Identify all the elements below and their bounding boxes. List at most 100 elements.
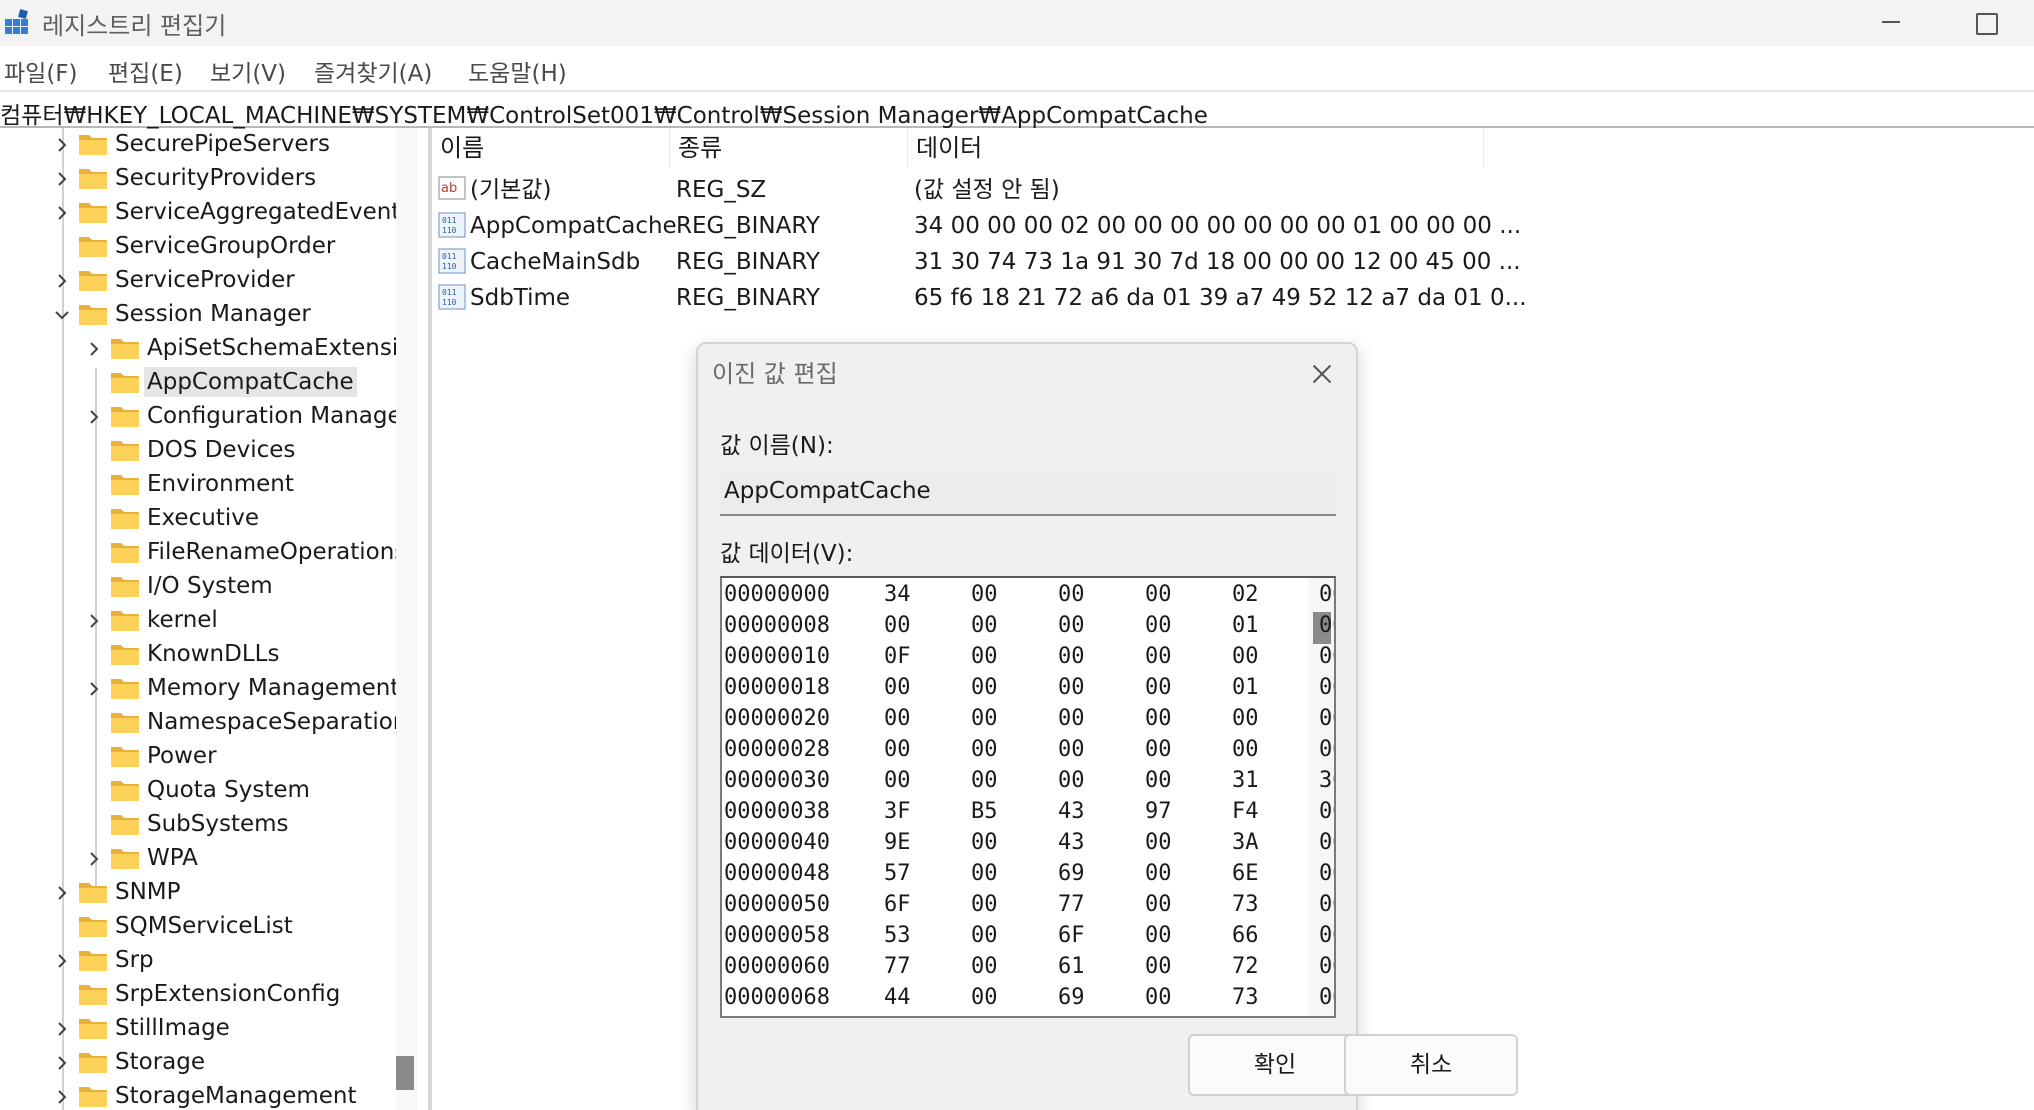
hex-byte[interactable]: 00 xyxy=(1145,706,1172,731)
hex-byte[interactable]: 00 xyxy=(971,768,998,793)
hex-editor[interactable]: 0000000034000000020000004 . . . . . . .0… xyxy=(720,576,1336,1018)
hex-row[interactable]: 000000180000000001000000. . . . . . . . xyxy=(722,671,1334,702)
hex-byte[interactable]: 00 xyxy=(1319,582,1334,607)
hex-byte[interactable]: 00 xyxy=(1058,675,1085,700)
tree-item[interactable]: kernel xyxy=(0,604,390,638)
hex-byte[interactable]: 00 xyxy=(1319,985,1334,1010)
chevron-right-icon[interactable] xyxy=(86,613,102,629)
chevron-right-icon[interactable] xyxy=(54,1089,70,1105)
chevron-down-icon[interactable] xyxy=(54,307,70,323)
hex-byte[interactable]: 00 xyxy=(1145,892,1172,917)
chevron-right-icon[interactable] xyxy=(54,953,70,969)
hex-byte[interactable]: 00 xyxy=(971,613,998,638)
hex-byte[interactable]: B5 xyxy=(971,799,998,824)
tree-item[interactable]: Storage xyxy=(0,1046,390,1080)
column-header-data[interactable]: 데이터 xyxy=(908,128,1484,168)
hex-byte[interactable]: 00 xyxy=(1319,954,1334,979)
hex-row[interactable]: 000000383FB54397F4000000? µ C . ô . . . xyxy=(722,795,1334,826)
hex-byte[interactable]: 01 xyxy=(1232,675,1259,700)
hex-byte[interactable]: 00 xyxy=(971,644,998,669)
hex-byte[interactable]: 00 xyxy=(1145,861,1172,886)
hex-byte[interactable]: 00 xyxy=(1319,830,1334,855)
tree-item[interactable]: AppCompatCache xyxy=(0,366,390,400)
tree-item[interactable]: NamespaceSeparation xyxy=(0,706,407,740)
minimize-button[interactable] xyxy=(1850,0,1930,46)
tree-item[interactable]: WPA xyxy=(0,842,390,876)
hex-byte[interactable]: 00 xyxy=(1145,644,1172,669)
hex-row[interactable]: 000000280000000000000000. . . . . . . . xyxy=(722,733,1334,764)
hex-byte[interactable]: 00 xyxy=(1145,768,1172,793)
cancel-button[interactable]: 취소 xyxy=(1344,1034,1518,1096)
menu-view[interactable]: 보기(V) xyxy=(210,54,286,88)
hex-byte[interactable]: 00 xyxy=(971,706,998,731)
hex-byte[interactable]: 31 xyxy=(1232,768,1259,793)
tree-item[interactable]: ServiceGroupOrder xyxy=(0,230,390,264)
hex-byte[interactable]: 3F xyxy=(884,799,911,824)
tree-item[interactable]: SubSystems xyxy=(0,808,390,842)
hex-byte[interactable]: 6F xyxy=(884,892,911,917)
tree-item[interactable]: Power xyxy=(0,740,390,774)
maximize-button[interactable] xyxy=(1944,0,2024,46)
ok-button[interactable]: 확인 xyxy=(1188,1034,1362,1096)
address-bar[interactable]: 컴퓨터₩HKEY_LOCAL_MACHINE₩SYSTEM₩ControlSet… xyxy=(0,90,2034,129)
hex-byte[interactable]: 6F xyxy=(1058,923,1085,948)
hex-byte[interactable]: 00 xyxy=(1319,675,1334,700)
hex-byte[interactable]: 77 xyxy=(884,954,911,979)
value-row[interactable]: 011 110 SdbTime REG_BINARY 65 f6 18 21 72 a6… xyxy=(432,280,1532,316)
tree-item[interactable]: Quota System xyxy=(0,774,390,808)
close-icon[interactable] xyxy=(1298,354,1348,394)
hex-byte[interactable]: F4 xyxy=(1232,799,1259,824)
tree-item[interactable]: ServiceProvider xyxy=(0,264,390,298)
hex-byte[interactable]: 00 xyxy=(1145,675,1172,700)
tree-item[interactable]: StorageManagement xyxy=(0,1080,390,1110)
chevron-right-icon[interactable] xyxy=(86,409,102,425)
chevron-right-icon[interactable] xyxy=(86,681,102,697)
chevron-right-icon[interactable] xyxy=(54,1055,70,1071)
tree-item[interactable]: FileRenameOperations xyxy=(0,536,406,570)
hex-byte[interactable]: 43 xyxy=(1058,799,1085,824)
column-header-name[interactable]: 이름 xyxy=(432,128,670,168)
hex-byte[interactable]: 00 xyxy=(884,737,911,762)
value-name-field[interactable]: AppCompatCache xyxy=(720,472,1336,516)
hex-byte[interactable]: 72 xyxy=(1232,954,1259,979)
tree-item[interactable]: KnownDLLs xyxy=(0,638,390,672)
hex-byte[interactable]: 00 xyxy=(884,706,911,731)
hex-row[interactable]: 000000080000000001000000. . . . . . . . xyxy=(722,609,1334,640)
tree-item[interactable]: Configuration Manage xyxy=(0,400,402,434)
tree-item[interactable]: SQMServiceList xyxy=(0,910,390,944)
menu-file[interactable]: 파일(F) xyxy=(4,54,78,88)
hex-byte[interactable]: 02 xyxy=(1232,582,1259,607)
hex-byte[interactable]: 00 xyxy=(1232,644,1259,669)
hex-byte[interactable]: 00 xyxy=(1058,644,1085,669)
hex-byte[interactable]: 00 xyxy=(1319,613,1334,638)
hex-row[interactable]: 000000200000000000000000. . . . . . . . xyxy=(722,702,1334,733)
tree-item[interactable]: Session Manager xyxy=(0,298,390,332)
hex-byte[interactable]: 00 xyxy=(1145,830,1172,855)
chevron-right-icon[interactable] xyxy=(54,205,70,221)
hex-byte[interactable]: 43 xyxy=(1058,830,1085,855)
hex-byte[interactable]: 00 xyxy=(971,892,998,917)
tree-item[interactable]: ApiSetSchemaExtensio xyxy=(0,332,412,366)
hex-byte[interactable]: 69 xyxy=(1058,985,1085,1010)
tree-item[interactable]: DOS Devices xyxy=(0,434,390,468)
hex-byte[interactable]: 00 xyxy=(1145,582,1172,607)
hex-byte[interactable]: 73 xyxy=(1232,892,1259,917)
tree-item[interactable]: Srp xyxy=(0,944,390,978)
hex-row[interactable]: 0000000034000000020000004 . . . . . . . xyxy=(722,578,1334,609)
hex-byte[interactable]: 00 xyxy=(1145,954,1172,979)
menu-favorites[interactable]: 즐겨찾기(A) xyxy=(314,54,432,88)
hex-byte[interactable]: 00 xyxy=(971,985,998,1010)
tree-item[interactable]: StillImage xyxy=(0,1012,390,1046)
hex-byte[interactable]: 00 xyxy=(1058,737,1085,762)
hex-byte[interactable]: 00 xyxy=(1058,613,1085,638)
tree-item[interactable]: SNMP xyxy=(0,876,390,910)
hex-byte[interactable]: 34 xyxy=(884,582,911,607)
hex-byte[interactable]: 00 xyxy=(1319,923,1334,948)
hex-byte[interactable]: 00 xyxy=(1232,737,1259,762)
hex-byte[interactable]: 00 xyxy=(1145,613,1172,638)
tree-scrollbar-thumb[interactable] xyxy=(396,1056,414,1090)
hex-byte[interactable]: 6E xyxy=(1232,861,1259,886)
hex-byte[interactable]: 9E xyxy=(884,830,911,855)
hex-byte[interactable]: 00 xyxy=(1058,706,1085,731)
hex-byte[interactable]: 00 xyxy=(1319,644,1334,669)
